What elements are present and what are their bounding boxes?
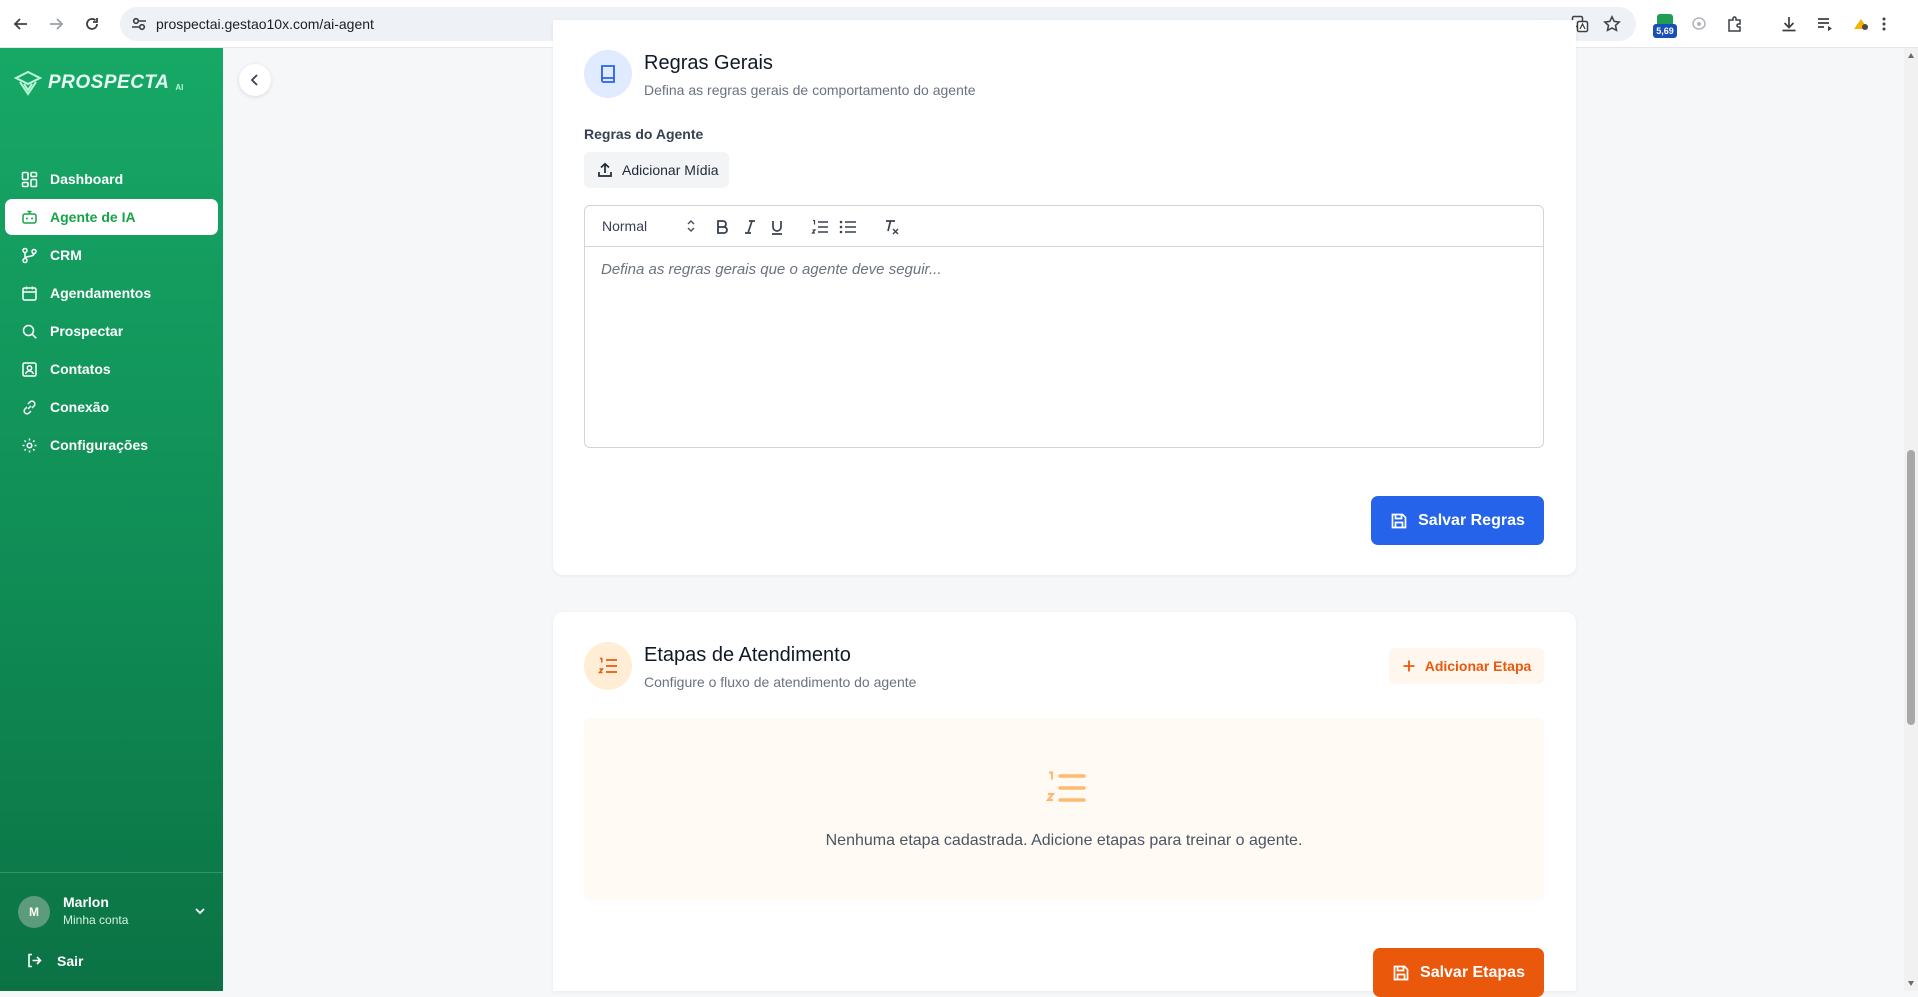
sidebar-item-label: Agente de IA bbox=[50, 209, 136, 225]
calendar-icon bbox=[20, 284, 38, 302]
chevron-left-icon bbox=[248, 73, 262, 87]
logo-text: PROSPECTA bbox=[48, 72, 170, 93]
empty-list-icon bbox=[1046, 770, 1086, 806]
sidebar-item-prospectar[interactable]: Prospectar bbox=[5, 313, 218, 349]
sidebar-item-configuracoes[interactable]: Configurações bbox=[5, 427, 218, 463]
steps-title: Etapas de Atendimento bbox=[644, 644, 851, 666]
rules-subtitle: Defina as regras gerais de comportamento… bbox=[644, 82, 976, 98]
editor-placeholder[interactable]: Defina as regras gerais que o agente dev… bbox=[601, 261, 942, 278]
page-scrollbar[interactable] bbox=[1904, 48, 1918, 991]
scroll-up-arrow-icon[interactable] bbox=[1907, 52, 1915, 60]
chrome-menu-icon[interactable] bbox=[1878, 12, 1890, 36]
steps-subtitle: Configure o fluxo de atendimento do agen… bbox=[644, 674, 917, 690]
back-icon[interactable] bbox=[9, 12, 33, 36]
user-subtitle: Minha conta bbox=[63, 913, 129, 927]
add-media-button[interactable]: Adicionar Mídia bbox=[584, 152, 729, 188]
upload-icon bbox=[597, 162, 613, 178]
save-rules-label: Salvar Regras bbox=[1418, 511, 1525, 529]
link-icon bbox=[20, 398, 38, 416]
select-arrows-icon bbox=[686, 219, 696, 233]
bookmark-star-icon[interactable] bbox=[1602, 14, 1622, 34]
media-queue-icon[interactable] bbox=[1813, 12, 1837, 36]
user-account-menu[interactable]: M Marlon Minha conta bbox=[18, 891, 208, 931]
sidebar-item-label: Dashboard bbox=[50, 171, 124, 187]
user-name: Marlon bbox=[63, 894, 109, 910]
logout-button[interactable]: Sair bbox=[26, 952, 83, 969]
sidebar-item-agente-de-ia[interactable]: Agente de IA bbox=[5, 199, 218, 235]
sidebar-item-contatos[interactable]: Contatos bbox=[5, 351, 218, 387]
collapse-sidebar-button[interactable] bbox=[239, 64, 271, 96]
save-steps-label: Salvar Etapas bbox=[1420, 963, 1525, 981]
extension-icon[interactable] bbox=[1687, 12, 1711, 36]
sidebar-item-label: Agendamentos bbox=[50, 285, 152, 301]
logo-subtext: AI bbox=[175, 82, 184, 92]
list-ordered-icon bbox=[584, 642, 632, 690]
format-select[interactable]: Normal bbox=[602, 218, 696, 234]
extension-badge-icon[interactable]: 5,69 bbox=[1652, 12, 1678, 38]
sidebar: PROSPECTA AI Dashboard Agente de IA CRM bbox=[0, 48, 223, 991]
sidebar-divider bbox=[0, 872, 223, 873]
sidebar-item-label: Prospectar bbox=[50, 323, 124, 339]
logout-label: Sair bbox=[57, 952, 84, 969]
avatar: M bbox=[18, 896, 50, 928]
logo-icon bbox=[14, 70, 42, 96]
contacts-icon bbox=[20, 360, 38, 378]
format-select-value: Normal bbox=[602, 218, 648, 234]
ordered-list-icon[interactable] bbox=[810, 217, 830, 237]
editor-toolbar: Normal bbox=[585, 206, 1543, 247]
sidebar-item-agendamentos[interactable]: Agendamentos bbox=[5, 275, 218, 311]
add-media-label: Adicionar Mídia bbox=[622, 162, 719, 178]
steps-empty-state: Nenhuma etapa cadastrada. Adicione etapa… bbox=[584, 718, 1544, 900]
search-icon bbox=[20, 322, 38, 340]
extension-badge-count: 5,69 bbox=[1653, 24, 1677, 38]
plus-icon bbox=[1402, 659, 1416, 673]
extensions-puzzle-icon[interactable] bbox=[1723, 12, 1747, 36]
save-icon bbox=[1390, 512, 1408, 530]
rules-field-label: Regras do Agente bbox=[584, 126, 704, 142]
chevron-down-icon[interactable] bbox=[192, 903, 208, 919]
dashboard-icon bbox=[20, 170, 38, 188]
italic-icon[interactable] bbox=[740, 217, 760, 237]
rules-rich-text-editor: Normal Defina as regras gerais que o age… bbox=[584, 205, 1544, 448]
bot-icon bbox=[20, 208, 38, 226]
logo[interactable]: PROSPECTA AI bbox=[14, 70, 183, 96]
profile-extension-icon[interactable] bbox=[1849, 12, 1873, 36]
save-icon bbox=[1392, 964, 1410, 982]
rules-title: Regras Gerais bbox=[644, 52, 773, 74]
logout-icon bbox=[26, 952, 43, 969]
book-icon bbox=[584, 50, 632, 98]
site-settings-icon[interactable] bbox=[130, 15, 148, 33]
clear-format-icon[interactable] bbox=[882, 217, 902, 237]
scrollbar-thumb[interactable] bbox=[1907, 450, 1915, 725]
gear-icon bbox=[20, 436, 38, 454]
scroll-down-arrow-icon[interactable] bbox=[1907, 979, 1915, 987]
add-step-label: Adicionar Etapa bbox=[1424, 658, 1532, 674]
save-rules-button[interactable]: Salvar Regras bbox=[1371, 496, 1544, 545]
git-branch-icon bbox=[20, 246, 38, 264]
underline-icon[interactable] bbox=[767, 217, 787, 237]
empty-state-text: Nenhuma etapa cadastrada. Adicione etapa… bbox=[825, 832, 1303, 849]
sidebar-item-label: Configurações bbox=[50, 437, 149, 453]
add-step-button[interactable]: Adicionar Etapa bbox=[1389, 648, 1544, 684]
url-text[interactable]: prospectai.gestao10x.com/ai-agent bbox=[156, 16, 374, 32]
bold-icon[interactable] bbox=[712, 217, 732, 237]
save-steps-button[interactable]: Salvar Etapas bbox=[1373, 948, 1544, 997]
bullet-list-icon[interactable] bbox=[838, 217, 858, 237]
sidebar-menu: Dashboard Agente de IA CRM Agendamentos … bbox=[5, 161, 218, 465]
sidebar-item-label: CRM bbox=[50, 247, 82, 263]
sidebar-item-conexao[interactable]: Conexão bbox=[5, 389, 218, 425]
sidebar-item-dashboard[interactable]: Dashboard bbox=[5, 161, 218, 197]
reload-icon[interactable] bbox=[80, 12, 104, 36]
download-icon[interactable] bbox=[1777, 12, 1801, 36]
sidebar-item-label: Conexão bbox=[50, 399, 110, 415]
sidebar-item-crm[interactable]: CRM bbox=[5, 237, 218, 273]
sidebar-item-label: Contatos bbox=[50, 361, 111, 377]
forward-icon[interactable] bbox=[44, 12, 68, 36]
